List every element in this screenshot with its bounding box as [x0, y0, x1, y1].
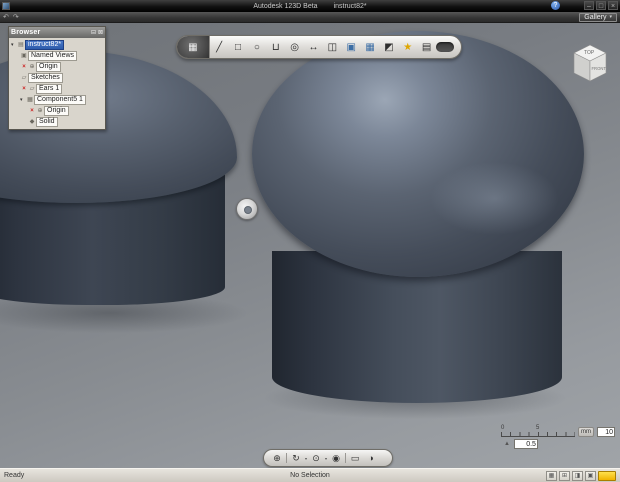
menu-cube-icon: ▦ — [188, 41, 198, 53]
tool-material-icon[interactable]: ◩ — [380, 42, 399, 53]
toolbar-collapse-handle[interactable] — [436, 42, 454, 52]
tree-item-label: instruct82* — [25, 39, 65, 50]
model-right-dome[interactable] — [252, 31, 584, 277]
browser-panel: Browser ⊟ ⊠ ▾ ▤ instruct82* ▣ Named View… — [8, 26, 106, 130]
chevron-down-icon[interactable]: ▾ — [325, 456, 327, 461]
sketch-icon: ▱ — [29, 86, 35, 92]
tool-combine-icon[interactable]: ▣ — [342, 42, 361, 53]
app-window: Autodesk 123D Beta instruct82* ? – □ × ↶… — [0, 0, 620, 482]
status-selection-text: No Selection — [290, 472, 330, 479]
snap-size-input[interactable] — [513, 439, 538, 449]
help-icon[interactable]: ? — [551, 1, 560, 10]
snap-slider-marker[interactable]: ▲ — [504, 441, 510, 447]
display-mode-icon[interactable]: ◑ — [364, 453, 378, 463]
units-dropdown[interactable]: mm — [578, 427, 594, 437]
pan-icon[interactable]: ⊕ — [270, 453, 284, 464]
look-at-icon[interactable]: ◉ — [329, 453, 343, 464]
tree-item-component[interactable]: ▾ ▦ Component5 1 — [9, 94, 105, 105]
origin-icon: ⊕ — [29, 64, 35, 70]
solid-icon: ◆ — [29, 119, 35, 125]
tool-sphere-icon[interactable]: ○ — [247, 42, 266, 53]
tool-split-icon[interactable]: ◫ — [323, 42, 342, 53]
viewcube-top-label: TOP — [584, 50, 595, 56]
tree-item-label: Origin — [44, 105, 69, 116]
minimize-button[interactable]: – — [584, 1, 594, 10]
tree-item-sketches[interactable]: ▱ Sketches — [9, 72, 105, 83]
maximize-button[interactable]: □ — [596, 1, 606, 10]
scale-ruler: 0 5 — [501, 425, 575, 437]
tree-item-label: Component5 1 — [34, 94, 86, 105]
tree-item-component-origin[interactable]: × ⊕ Origin — [9, 105, 105, 116]
zoom-fit-icon[interactable]: ▭ — [348, 453, 362, 464]
tree-item-label: Solid — [36, 116, 58, 127]
tool-gallery-star-icon[interactable]: ★ — [398, 42, 417, 53]
tree-item-label: Origin — [36, 61, 61, 72]
visibility-off-icon[interactable]: × — [20, 86, 28, 92]
tree-item-named-views[interactable]: ▣ Named Views — [9, 50, 105, 61]
browser-title: Browser — [11, 29, 41, 36]
chevron-down-icon[interactable]: ▾ — [305, 456, 307, 461]
sketch-icon: ▱ — [21, 75, 27, 81]
divider — [286, 453, 287, 463]
component-icon: ▦ — [27, 97, 33, 103]
document-icon: ▤ — [18, 42, 24, 48]
orbit-icon[interactable]: ↻ — [289, 453, 303, 464]
named-views-icon: ▣ — [21, 53, 27, 59]
visibility-off-icon[interactable]: × — [20, 64, 28, 70]
tree-item-solid[interactable]: ◆ Solid — [9, 116, 105, 127]
ortho-toggle-icon[interactable]: ◨ — [572, 470, 583, 481]
tree-item-label: Named Views — [28, 50, 78, 61]
tool-move-icon[interactable]: ↔ — [304, 42, 323, 53]
document-title: instruct82* — [333, 2, 367, 10]
grid-size-input[interactable] — [597, 427, 615, 437]
navigation-bar: ⊕ ↻ ▾ ⊙ ▾ ◉ ▭ ◑ — [263, 449, 393, 467]
ruler-ticks — [501, 432, 575, 437]
undo-icon[interactable]: ↶ — [3, 13, 9, 21]
tree-item-origin[interactable]: × ⊕ Origin — [9, 61, 105, 72]
gallery-button-label: Gallery — [584, 13, 607, 21]
tool-pattern-icon[interactable]: ▦ — [361, 42, 380, 53]
browser-tree: ▾ ▤ instruct82* ▣ Named Views × ⊕ Origin… — [9, 38, 105, 129]
grid-scale-widget: 0 5 mm ▲ — [501, 423, 618, 449]
main-toolbar: ▦ ╱ □ ○ ⊔ ◎ ↔ ◫ ▣ ▦ ◩ ★ ▤ — [176, 35, 462, 59]
snap-toggle-icon[interactable]: ⊞ — [559, 470, 570, 481]
status-ready-text: Ready — [4, 472, 25, 479]
divider — [345, 453, 347, 463]
browser-close-icon[interactable]: ⊠ — [98, 29, 103, 36]
menu-bar: ↶ ↷ Gallery ▾ — [0, 12, 620, 23]
tool-cylinder-icon[interactable]: ⊔ — [266, 42, 285, 53]
tool-box-icon[interactable]: □ — [229, 42, 248, 53]
tool-torus-icon[interactable]: ◎ — [285, 42, 304, 53]
gallery-button[interactable]: Gallery ▾ — [579, 12, 617, 22]
viewcube-front-label: FRONT — [592, 66, 607, 71]
ruler-tick-start: 0 — [501, 425, 505, 431]
selection-filter-icon[interactable]: ▣ — [585, 470, 596, 481]
grid-toggle-icon[interactable]: ▦ — [546, 470, 557, 481]
tool-sketch-icon[interactable]: ╱ — [210, 42, 229, 53]
browser-header[interactable]: Browser ⊟ ⊠ — [9, 27, 105, 38]
redo-icon[interactable]: ↷ — [13, 13, 19, 21]
sketch-point-handle[interactable] — [236, 198, 258, 220]
status-bar: Ready No Selection ▦ ⊞ ◨ ▣ — [0, 468, 620, 482]
origin-icon: ⊕ — [37, 108, 43, 114]
titlebar: Autodesk 123D Beta instruct82* ? – □ × — [0, 0, 620, 12]
app-title: Autodesk 123D Beta — [253, 2, 318, 10]
ruler-tick-mid: 5 — [536, 425, 540, 431]
beta-badge — [598, 470, 616, 481]
close-button[interactable]: × — [608, 1, 618, 10]
tool-grid-icon[interactable]: ▤ — [417, 42, 436, 53]
tree-item-label: Sketches — [28, 72, 63, 83]
primitives-menu-button[interactable]: ▦ — [177, 36, 210, 58]
chevron-down-icon: ▾ — [609, 14, 612, 20]
tree-item-root[interactable]: ▾ ▤ instruct82* — [9, 39, 105, 50]
tree-item-label: Ears 1 — [36, 83, 63, 94]
visibility-off-icon[interactable]: × — [28, 108, 36, 114]
viewcube[interactable]: TOP FRONT — [566, 39, 612, 85]
zoom-icon[interactable]: ⊙ — [309, 453, 323, 464]
tree-item-ears[interactable]: × ▱ Ears 1 — [9, 83, 105, 94]
browser-collapse-icon[interactable]: ⊟ — [91, 29, 96, 36]
